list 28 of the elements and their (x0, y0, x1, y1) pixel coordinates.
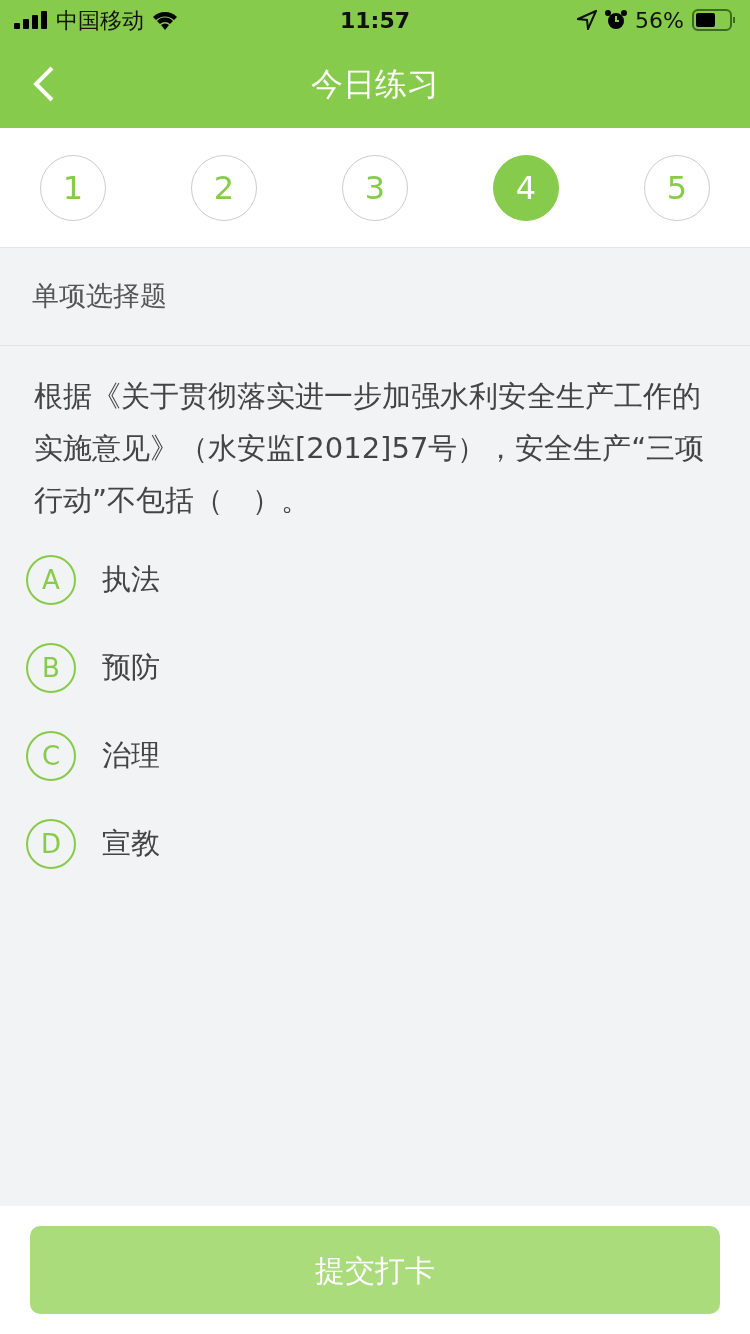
question-type: 单项选择题 (32, 279, 167, 314)
wifi-icon (152, 10, 178, 30)
option-letter: B (26, 643, 76, 693)
option-letter: C (26, 731, 76, 781)
question-number[interactable]: 2 (191, 154, 257, 221)
question-text: 根据《关于贯彻落实进一步加强水利安全生产工作的实施意见》（水安监[2012]57号），安全生产“三项行动”不包括（ ）。 (33, 378, 706, 519)
location-arrow-icon (577, 10, 598, 30)
battery-icon (692, 9, 736, 31)
question-number[interactable]: 4 (493, 154, 559, 221)
page-title: 今日练习 (311, 64, 439, 105)
question-number[interactable]: 1 (40, 154, 106, 221)
option-text: 执法 (102, 561, 160, 599)
option-text: 治理 (102, 737, 160, 775)
battery-percent: 56% (635, 6, 684, 35)
signal-icon (14, 11, 48, 29)
answer-option[interactable]: D 宣教 (0, 800, 750, 888)
option-text: 宣教 (102, 825, 160, 863)
carrier-name: 中国移动 (56, 6, 144, 35)
question-number[interactable]: 5 (644, 154, 710, 221)
option-letter: A (26, 555, 76, 605)
option-text: 预防 (102, 649, 160, 687)
question-number[interactable]: 3 (342, 154, 408, 221)
answer-option[interactable]: B 预防 (0, 624, 750, 712)
answer-option[interactable]: A 执法 (0, 536, 750, 624)
alarm-clock-icon (605, 9, 628, 31)
answer-option[interactable]: C 治理 (0, 712, 750, 800)
option-letter: D (26, 819, 76, 869)
clock-time: 11:57 (340, 6, 410, 35)
